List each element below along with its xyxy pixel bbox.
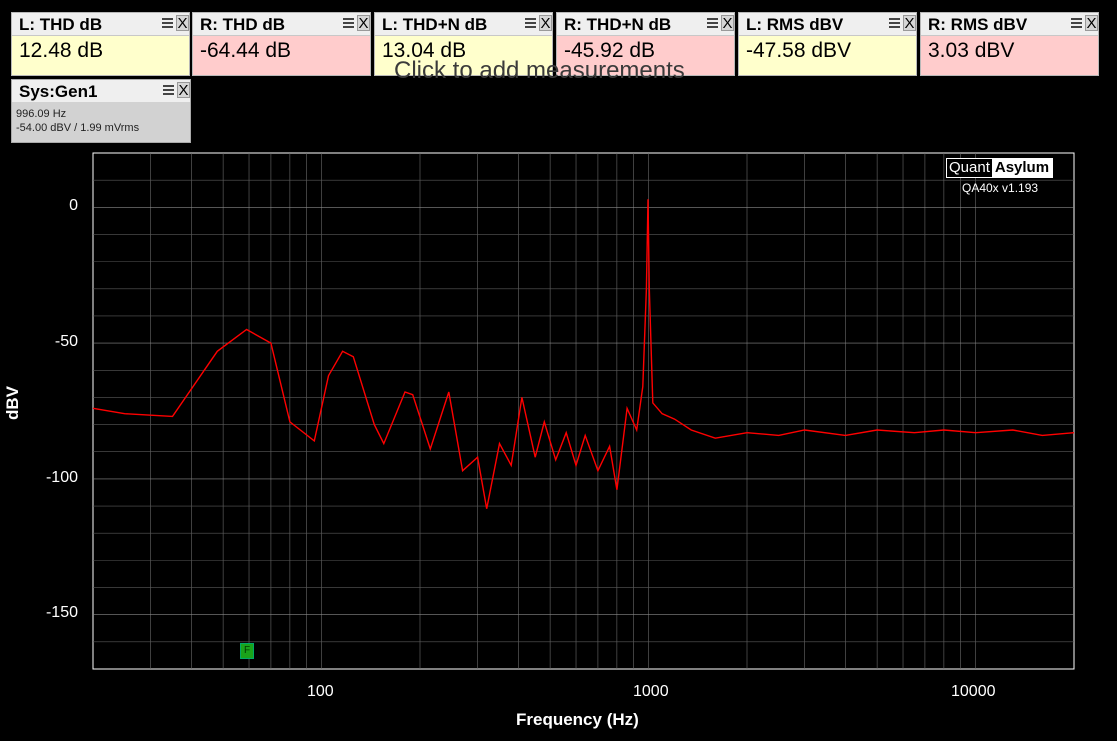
y-axis-label: dBV bbox=[3, 386, 22, 420]
x-tick-label: 100 bbox=[307, 683, 334, 700]
x-tick-label: 1000 bbox=[633, 683, 669, 700]
version-label: QA40x v1.193 bbox=[962, 181, 1039, 195]
x-tick-label: 10000 bbox=[951, 683, 996, 700]
frequency-marker[interactable]: F bbox=[240, 643, 254, 659]
y-tick-label: -50 bbox=[54, 333, 78, 350]
y-tick-label: -150 bbox=[45, 604, 78, 621]
quantasylum-logo: Quant Asylum bbox=[946, 158, 1054, 178]
x-axis-label: Frequency (Hz) bbox=[516, 710, 639, 729]
logo-left-text: Quant bbox=[947, 159, 992, 177]
y-tick-label: -100 bbox=[45, 469, 78, 486]
spectrum-plot[interactable] bbox=[0, 0, 1117, 741]
plot-area bbox=[92, 152, 1075, 670]
y-tick-label: 0 bbox=[69, 197, 78, 214]
logo-right-text: Asylum bbox=[991, 159, 1053, 177]
